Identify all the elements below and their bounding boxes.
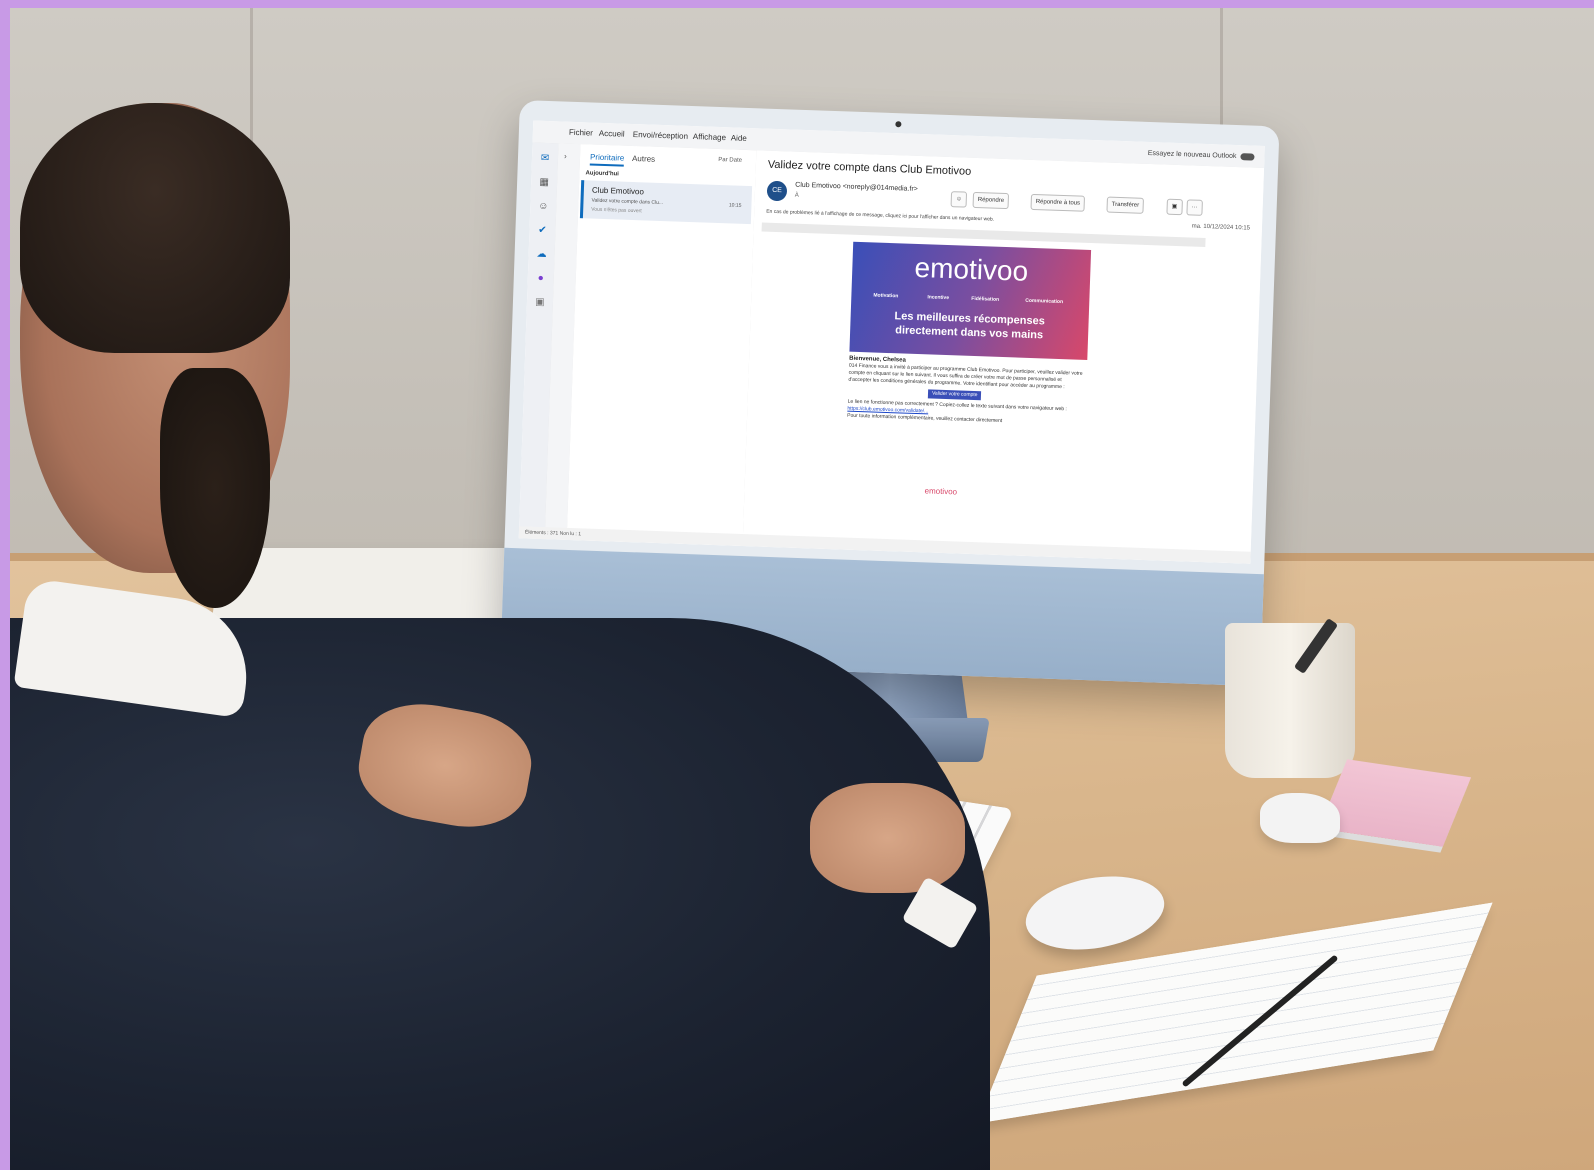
person-hair (20, 103, 290, 353)
mail-icon[interactable]: ✉ (539, 153, 551, 165)
reply-all-button[interactable]: Répondre à tous (1030, 193, 1086, 212)
todo-check-icon[interactable]: ✔ (536, 225, 548, 237)
calendar-icon[interactable]: ▦ (538, 177, 550, 189)
list-item-subject: Validez votre compte dans Clu... (591, 197, 664, 207)
message-body: Bienvenue, Chelsea 014 Finance vous a in… (847, 356, 1085, 428)
chevron-right-icon[interactable]: › (564, 152, 567, 161)
webcam (895, 121, 902, 128)
menu-fichier[interactable]: Fichier (569, 128, 593, 138)
reading-pane: Validez votre compte dans Club Emotivoo … (742, 150, 1265, 564)
validate-account-button[interactable]: Valider votre compte (927, 389, 982, 401)
pen-cup (1225, 623, 1355, 778)
outlook-window: Fichier Accueil Envoi/réception Affichag… (518, 120, 1265, 564)
people-icon[interactable]: ☺ (537, 201, 549, 213)
emotivoo-logo: emotivoo (914, 251, 1029, 287)
apps-icon[interactable]: ▣ (534, 297, 546, 309)
copilot-icon[interactable]: ● (535, 273, 547, 285)
try-new-outlook-label: Essayez le nouveau Outlook (1147, 149, 1237, 161)
pillar-motivation: Motivation (873, 292, 899, 300)
pillar-communication: Communication (1025, 297, 1064, 306)
more-options-button[interactable]: ··· (1186, 199, 1203, 216)
right-hand (810, 783, 965, 893)
list-item[interactable]: Club Emotivoo Validez votre compte dans … (579, 180, 753, 225)
menu-affichage[interactable]: Affichage (693, 132, 727, 142)
pillar-fidelisation: Fidélisation (971, 295, 1000, 303)
imac-monitor: Fichier Accueil Envoi/réception Affichag… (500, 100, 1280, 687)
forward-button[interactable]: Transférer (1106, 196, 1145, 214)
try-new-outlook-toggle[interactable] (1240, 153, 1255, 161)
emoji-react-button[interactable]: ☺ (950, 191, 968, 208)
sort-dropdown[interactable]: Par Date (718, 157, 742, 164)
message-date: ma. 10/12/2024 10:15 (1191, 223, 1251, 232)
list-item-time: 10:15 (728, 202, 742, 209)
banner-tagline: Les meilleures récompenses directement d… (850, 308, 1089, 344)
group-header-today: Aujourd'hui (585, 170, 619, 178)
footer-logo: emotivoo (924, 486, 958, 497)
office-photo: Fichier Accueil Envoi/réception Affichag… (10, 8, 1594, 1170)
person-beard (160, 368, 270, 608)
list-item-preview: Vous n'êtes pas ouvert (591, 206, 642, 215)
status-counts: Éléments : 371 Non lu : 1 (524, 529, 582, 538)
display-problem-info[interactable]: En cas de problèmes lié à l'affichage de… (766, 209, 994, 223)
avatar: CE (766, 180, 788, 202)
message-list: Prioritaire Autres Par Date Aujourd'hui … (566, 144, 758, 547)
message-from: Club Emotivoo <noreply@014media.fr> (795, 181, 918, 193)
onedrive-icon[interactable]: ☁ (535, 249, 547, 261)
pillar-incentive: Incentive (927, 294, 950, 302)
external-notice-bar (761, 222, 1206, 248)
menu-accueil[interactable]: Accueil (599, 129, 625, 139)
message-subject: Validez votre compte dans Club Emotivoo (767, 158, 972, 178)
menu-aide[interactable]: Aide (731, 133, 747, 143)
tab-prioritaire[interactable]: Prioritaire (589, 152, 625, 167)
menu-envoi-reception[interactable]: Envoi/réception (633, 130, 688, 141)
reply-button[interactable]: Répondre (972, 191, 1010, 210)
teams-share-button[interactable]: ▣ (1166, 198, 1183, 216)
emotivoo-banner: emotivoo Motivation Incentive Fidélisati… (849, 241, 1092, 360)
tape-dispenser (1260, 793, 1340, 843)
message-to: À (794, 192, 799, 199)
list-item-sender: Club Emotivoo (591, 185, 645, 197)
tab-autres[interactable]: Autres (632, 154, 655, 164)
